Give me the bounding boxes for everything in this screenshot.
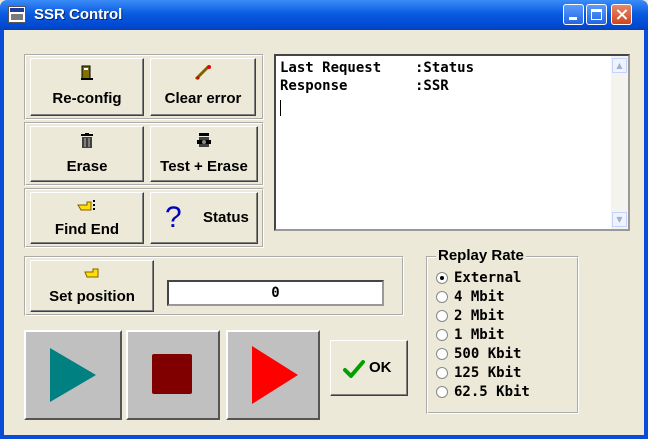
ok-label: OK [369, 359, 392, 376]
trash-test-icon [151, 133, 257, 153]
trash-can-icon [31, 133, 143, 153]
response-key: Response [280, 78, 348, 94]
reconfig-button[interactable]: Re-config [30, 58, 144, 116]
play-icon [50, 348, 96, 402]
eraser-icon [151, 65, 255, 85]
record-play-icon [252, 346, 298, 404]
set-position-button[interactable]: Set position [30, 260, 154, 312]
radio-button-selected[interactable] [436, 272, 448, 284]
stop-icon [152, 354, 192, 394]
hand-pointer-end-icon [31, 199, 143, 217]
response-line: Response :SSR [280, 78, 449, 94]
window-title: SSR Control [34, 6, 123, 23]
ok-button[interactable]: OK [330, 340, 408, 396]
checkmark-icon [343, 359, 365, 383]
stop-button[interactable] [126, 330, 220, 420]
radio-button[interactable] [436, 367, 448, 379]
last-request-value: :Status [415, 60, 475, 76]
window-frame-right [644, 30, 648, 439]
reconfig-label: Re-config [52, 90, 122, 107]
radio-button[interactable] [436, 348, 448, 360]
hand-pointer-icon [31, 267, 153, 283]
status-button[interactable]: ? Status [150, 192, 258, 244]
erase-button[interactable]: Erase [30, 126, 144, 182]
window-frame-bottom [0, 435, 648, 439]
response-value: :SSR [415, 78, 449, 94]
last-request-key: Last Request [280, 60, 382, 76]
test-erase-label: Test + Erase [160, 158, 248, 175]
maximize-button[interactable] [586, 4, 607, 25]
radio-label: 62.5 Kbit [454, 384, 530, 400]
test-erase-button[interactable]: Test + Erase [150, 126, 258, 182]
radio-label: 2 Mbit [454, 308, 505, 324]
find-end-button[interactable]: Find End [30, 192, 144, 244]
radio-button[interactable] [436, 329, 448, 341]
replay-rate-title: Replay Rate [436, 247, 526, 264]
text-caret [280, 100, 281, 116]
radio-button[interactable] [436, 291, 448, 303]
vertical-scrollbar[interactable]: ▲ ▼ [611, 56, 628, 229]
play-button[interactable] [24, 330, 122, 420]
status-label: Status [203, 209, 249, 226]
title-bar[interactable]: SSR Control [0, 0, 648, 30]
minimize-button[interactable] [563, 4, 584, 25]
clear-error-label: Clear error [164, 90, 242, 107]
radio-label: 500 Kbit [454, 346, 522, 362]
radio-label: 125 Kbit [454, 365, 522, 381]
radio-button[interactable] [436, 310, 448, 322]
clear-error-button[interactable]: Clear error [150, 58, 256, 116]
close-button[interactable] [611, 4, 632, 25]
window-frame-left [0, 30, 4, 439]
radio-label: 4 Mbit [454, 289, 505, 305]
record-button[interactable] [226, 330, 320, 420]
last-request-line: Last Request :Status [280, 60, 474, 76]
app-icon [8, 6, 26, 23]
radio-button[interactable] [436, 386, 448, 398]
erase-label: Erase [66, 158, 108, 175]
set-position-label: Set position [49, 288, 135, 305]
position-input[interactable]: 0 [167, 280, 384, 306]
find-end-label: Find End [54, 221, 120, 238]
scroll-down-arrow-icon[interactable]: ▼ [612, 212, 627, 227]
pc-tower-icon [31, 65, 143, 85]
replay-rate-group: Replay Rate External 4 Mbit 2 Mbit 1 Mbi… [426, 247, 579, 414]
question-icon: ? [165, 201, 182, 234]
response-textarea[interactable]: Last Request :Status Response :SSR ▲ ▼ [274, 54, 630, 231]
scroll-up-arrow-icon[interactable]: ▲ [612, 58, 627, 73]
radio-label: 1 Mbit [454, 327, 505, 343]
radio-label: External [454, 270, 522, 286]
